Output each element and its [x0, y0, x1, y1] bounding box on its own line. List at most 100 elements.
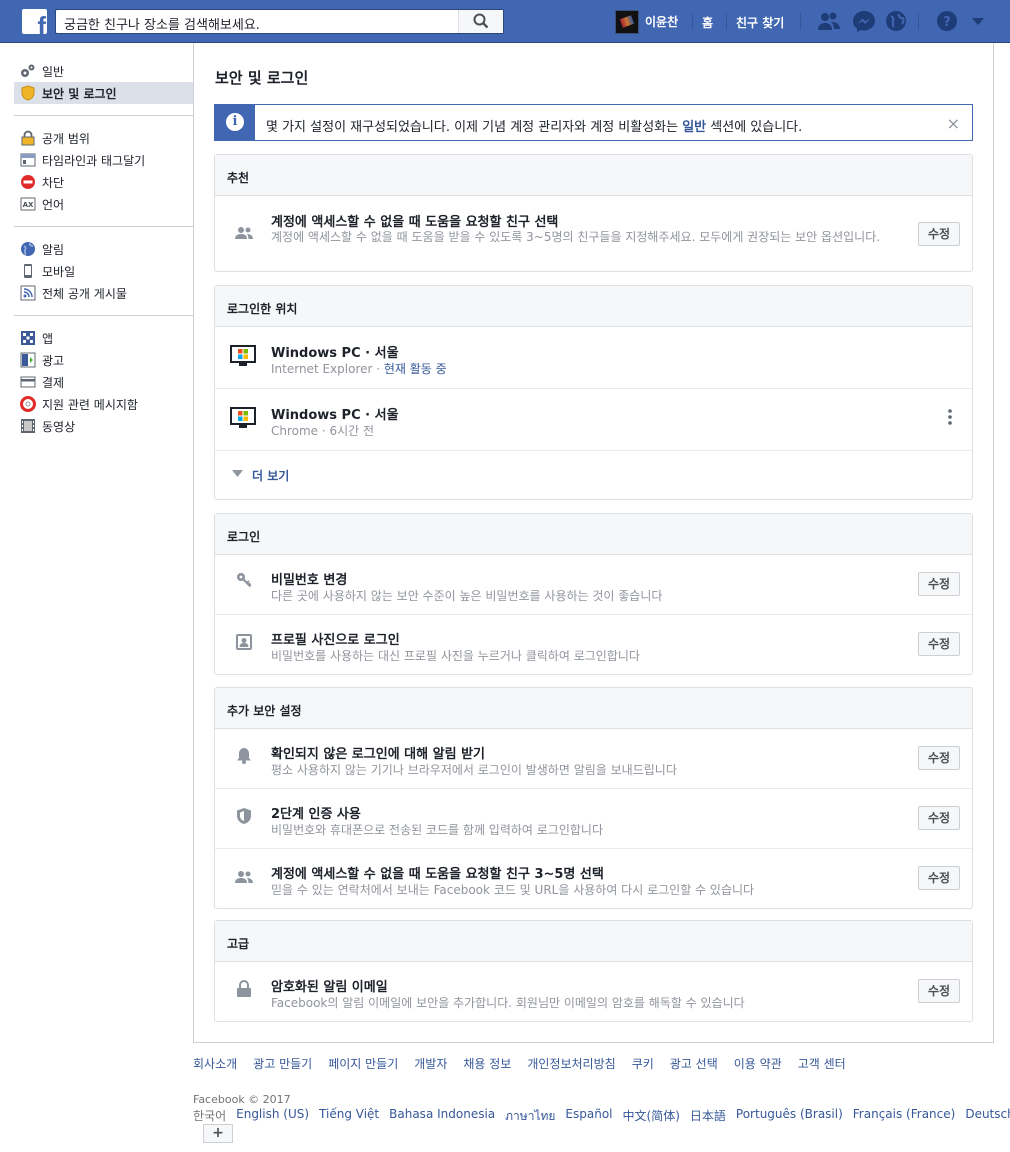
sidebar-item[interactable]: 광고: [14, 349, 193, 371]
sidebar-item[interactable]: 결제: [14, 371, 193, 393]
facebook-logo-icon[interactable]: f: [22, 9, 47, 34]
session-row[interactable]: Windows PC · 서울 Internet Explorer · 현재 활…: [215, 327, 972, 389]
sidebar-item[interactable]: AX 언어: [14, 193, 193, 215]
two-factor-authentication-row[interactable]: 2단계 인증 사용 비밀번호와 휴대폰으로 전송된 코드를 함께 입력하여 로그…: [215, 789, 972, 849]
language-link[interactable]: Español: [565, 1107, 612, 1126]
general-settings-link[interactable]: 일반: [682, 120, 706, 135]
settings-main-panel: 보안 및 로그인 i 몇 가지 설정이 재구성되었습니다. 이제 기념 계정 관…: [193, 43, 994, 1043]
row-description: Facebook의 알림 이메일에 보안을 추가합니다. 회원님만 이메일의 암…: [271, 996, 745, 1010]
language-link[interactable]: Français (France): [853, 1107, 956, 1126]
search-button[interactable]: [458, 10, 503, 33]
trusted-contacts-recommendation-row[interactable]: 계정에 액세스할 수 없을 때 도움을 요청할 친구 선택 계정에 액세스할 수…: [215, 196, 972, 271]
page-title: 보안 및 로그인: [215, 69, 309, 87]
divider: [726, 13, 727, 30]
footer-link[interactable]: 페이지 만들기: [328, 1055, 398, 1072]
section-heading: 추가 보안 설정: [215, 688, 972, 729]
shield-badge-icon: [20, 85, 36, 101]
sidebar-divider: [14, 115, 193, 116]
language-link[interactable]: 日本語: [690, 1107, 726, 1126]
search-bar[interactable]: 궁금한 친구나 장소를 검색해보세요.: [55, 9, 504, 34]
footer-link[interactable]: 이용 약관: [734, 1055, 782, 1072]
friends-icon: [235, 224, 253, 242]
sidebar-item[interactable]: 전체 공개 게시물: [14, 282, 193, 304]
see-more-link[interactable]: 더 보기: [252, 467, 289, 484]
more-options-icon[interactable]: [948, 409, 952, 425]
sidebar-item[interactable]: 알림: [14, 238, 193, 260]
session-row[interactable]: Windows PC · 서울 Chrome · 6시간 전: [215, 389, 972, 451]
unrecognized-login-alerts-row[interactable]: 확인되지 않은 로그인에 대해 알림 받기 평소 사용하지 않는 기기나 브라우…: [215, 729, 972, 789]
active-now-status: 현재 활동 중: [383, 362, 447, 376]
recommended-section: 추천 계정에 액세스할 수 없을 때 도움을 요청할 친구 선택 계정에 액세스…: [214, 154, 973, 272]
footer-link[interactable]: 채용 정보: [463, 1055, 511, 1072]
footer-link[interactable]: 개발자: [414, 1055, 447, 1072]
edit-button[interactable]: 수정: [918, 746, 960, 770]
mobile-icon: [20, 263, 36, 279]
windows-pc-icon: [230, 407, 256, 429]
sidebar-item[interactable]: 보안 및 로그인: [14, 82, 193, 104]
ads-icon: [20, 352, 36, 368]
close-icon[interactable]: ×: [947, 114, 960, 133]
language-link[interactable]: 中文(简体): [623, 1107, 680, 1126]
footer-link[interactable]: 광고 만들기: [253, 1055, 312, 1072]
sidebar-item-label: 일반: [42, 64, 65, 79]
sidebar-item[interactable]: 일반: [14, 60, 193, 82]
notifications-globe-icon[interactable]: [884, 10, 908, 32]
footer-link[interactable]: 쿠키: [632, 1055, 654, 1072]
rss-icon: [20, 285, 36, 301]
help-icon[interactable]: ?: [935, 10, 959, 32]
trusted-contacts-row[interactable]: 계정에 액세스할 수 없을 때 도움을 요청할 친구 3~5명 선택 믿을 수 …: [215, 849, 972, 909]
search-input[interactable]: 궁금한 친구나 장소를 검색해보세요.: [64, 14, 260, 33]
find-friends-link[interactable]: 친구 찾기: [736, 14, 784, 31]
sidebar-item[interactable]: 지원 관련 메시지함: [14, 393, 193, 415]
language-link[interactable]: Deutsch: [965, 1107, 1010, 1126]
row-title: 프로필 사진으로 로그인: [271, 633, 400, 648]
row-description: 계정에 액세스할 수 없을 때 도움을 받을 수 있도록 3~5명의 친구들을 …: [271, 230, 881, 244]
profile-link[interactable]: 이윤찬: [615, 9, 678, 34]
friend-requests-icon[interactable]: [817, 10, 841, 32]
caret-down-icon: [232, 470, 243, 477]
sidebar-item[interactable]: 차단: [14, 171, 193, 193]
language-link[interactable]: Bahasa Indonesia: [389, 1107, 495, 1126]
sidebar-item[interactable]: 타임라인과 태그달기: [14, 149, 193, 171]
timeline-icon: [20, 152, 36, 168]
shield-icon: [235, 807, 253, 825]
language-link[interactable]: ภาษาไทย: [505, 1107, 555, 1126]
footer-link[interactable]: 개인정보처리방침: [527, 1055, 615, 1072]
sidebar-item-label: 차단: [42, 175, 65, 190]
login-section: 로그인 비밀번호 변경 다른 곳에 사용하지 않는 보안 수준이 높은 비밀번호…: [214, 513, 973, 675]
edit-button[interactable]: 수정: [918, 866, 960, 890]
footer-link[interactable]: 광고 선택: [670, 1055, 718, 1072]
sidebar-item[interactable]: 동영상: [14, 415, 193, 437]
language-link[interactable]: Português (Brasil): [736, 1107, 843, 1126]
sidebar-item[interactable]: 모바일: [14, 260, 193, 282]
footer-link[interactable]: 회사소개: [193, 1055, 237, 1072]
divider: [692, 13, 693, 30]
sidebar-divider: [14, 226, 193, 227]
advanced-section: 고급 암호화된 알림 이메일 Facebook의 알림 이메일에 보안을 추가합…: [214, 920, 973, 1022]
edit-button[interactable]: 수정: [918, 979, 960, 1003]
row-title: 2단계 인증 사용: [271, 807, 361, 822]
edit-button[interactable]: 수정: [918, 632, 960, 656]
edit-button[interactable]: 수정: [918, 572, 960, 596]
top-navbar: f 궁금한 친구나 장소를 검색해보세요. 이윤찬 홈 친구 찾기 ?: [0, 0, 1010, 43]
home-link[interactable]: 홈: [702, 14, 713, 31]
change-password-row[interactable]: 비밀번호 변경 다른 곳에 사용하지 않는 보안 수준이 높은 비밀번호를 사용…: [215, 555, 972, 615]
more-languages-button[interactable]: +: [203, 1124, 233, 1143]
footer-link[interactable]: 고객 센터: [798, 1055, 846, 1072]
encrypted-notification-emails-row[interactable]: 암호화된 알림 이메일 Facebook의 알림 이메일에 보안을 추가합니다.…: [215, 962, 972, 1021]
edit-button[interactable]: 수정: [918, 806, 960, 830]
messenger-icon[interactable]: [852, 10, 876, 32]
see-more-row[interactable]: 더 보기: [215, 451, 972, 499]
globe-icon: [20, 241, 36, 257]
sidebar-item[interactable]: 공개 범위: [14, 127, 193, 149]
sidebar-item[interactable]: 앱: [14, 327, 193, 349]
session-meta: Chrome · 6시간 전: [271, 424, 375, 438]
profile-picture-login-row[interactable]: 프로필 사진으로 로그인 비밀번호를 사용하는 대신 프로필 사진을 누르거나 …: [215, 615, 972, 675]
language-link[interactable]: Tiếng Việt: [319, 1107, 379, 1126]
film-icon: [20, 418, 36, 434]
edit-button[interactable]: 수정: [918, 222, 960, 246]
sidebar-item-label: 보안 및 로그인: [42, 86, 117, 101]
account-menu-chevron-down-icon[interactable]: [966, 10, 990, 32]
language-link[interactable]: English (US): [236, 1107, 309, 1126]
row-description: 비밀번호와 휴대폰으로 전송된 코드를 함께 입력하여 로그인합니다: [271, 823, 604, 837]
